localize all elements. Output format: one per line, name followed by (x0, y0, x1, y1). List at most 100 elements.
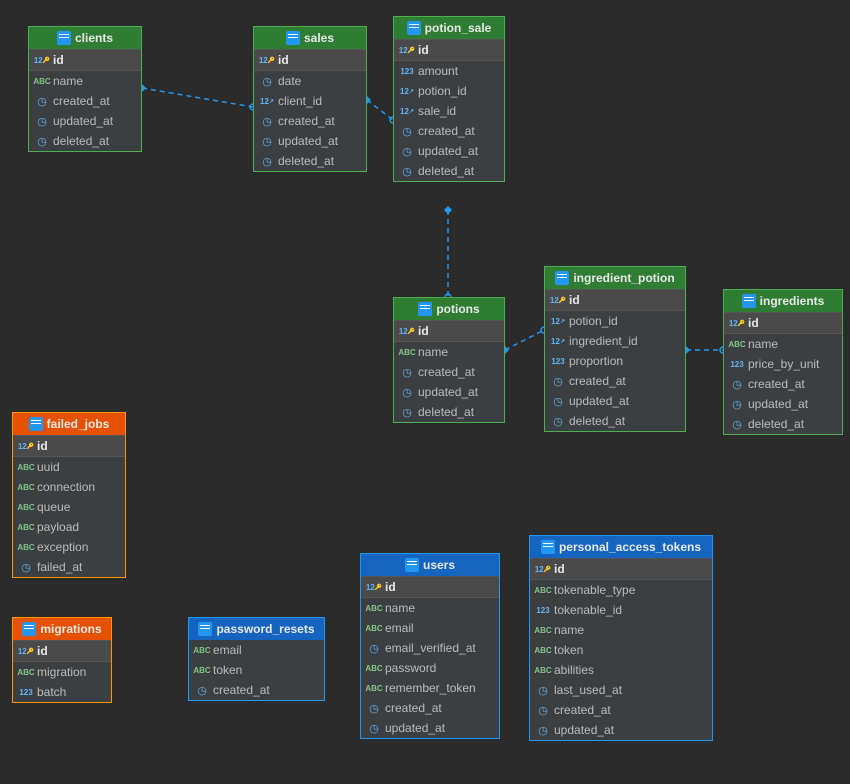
column[interactable]: ◷created_at (530, 700, 712, 720)
entity-failed_jobs[interactable]: failed_jobs12🔑idABCuuidABCconnectionABCq… (12, 412, 126, 578)
number-icon: 123 (19, 685, 33, 699)
column[interactable]: ABCname (530, 620, 712, 640)
column[interactable]: ◷deleted_at (394, 161, 504, 181)
pk-column[interactable]: 12🔑id (29, 49, 141, 71)
entity-potions[interactable]: potions12🔑idABCname◷created_at◷updated_a… (393, 297, 505, 423)
column[interactable]: 12↗ingredient_id (545, 331, 685, 351)
entity-header[interactable]: users (361, 554, 499, 576)
entity-header[interactable]: ingredient_potion (545, 267, 685, 289)
pk-column[interactable]: 12🔑id (545, 289, 685, 311)
pk-column[interactable]: 12🔑id (254, 49, 366, 71)
column[interactable]: ◷created_at (394, 362, 504, 382)
column[interactable]: ABCname (29, 71, 141, 91)
text-icon: ABC (536, 583, 550, 597)
entity-header[interactable]: personal_access_tokens (530, 536, 712, 558)
pk-column[interactable]: 12🔑id (530, 558, 712, 580)
column[interactable]: ABCremember_token (361, 678, 499, 698)
column-name: password (385, 661, 436, 675)
entity-header[interactable]: failed_jobs (13, 413, 125, 435)
column[interactable]: ◷created_at (545, 371, 685, 391)
column[interactable]: ◷deleted_at (254, 151, 366, 171)
column[interactable]: ABCmigration (13, 662, 111, 682)
column[interactable]: ◷deleted_at (29, 131, 141, 151)
entity-ingredients[interactable]: ingredients12🔑idABCname123price_by_unit◷… (723, 289, 843, 435)
column[interactable]: 123proportion (545, 351, 685, 371)
column[interactable]: ◷created_at (29, 91, 141, 111)
column[interactable]: ◷updated_at (394, 382, 504, 402)
column-name: updated_at (53, 114, 113, 128)
column[interactable]: ◷deleted_at (394, 402, 504, 422)
column[interactable]: 123amount (394, 61, 504, 81)
column[interactable]: ABCname (724, 334, 842, 354)
column[interactable]: 123batch (13, 682, 111, 702)
column[interactable]: ◷deleted_at (724, 414, 842, 434)
entity-sales[interactable]: sales12🔑id◷date12↗client_id◷created_at◷u… (253, 26, 367, 172)
column[interactable]: ABCexception (13, 537, 125, 557)
column-name: name (748, 337, 778, 351)
entity-clients[interactable]: clients12🔑idABCname◷created_at◷updated_a… (28, 26, 142, 152)
entity-header[interactable]: password_resets (189, 618, 324, 640)
entity-title: migrations (40, 622, 101, 636)
column-name: deleted_at (569, 414, 625, 428)
entity-potion_sale[interactable]: potion_sale12🔑id123amount12↗potion_id12↗… (393, 16, 505, 182)
column[interactable]: 12↗client_id (254, 91, 366, 111)
column[interactable]: ◷email_verified_at (361, 638, 499, 658)
pk-column[interactable]: 12🔑id (13, 640, 111, 662)
entity-personal_access_tokens[interactable]: personal_access_tokens12🔑idABCtokenable_… (529, 535, 713, 741)
column[interactable]: ◷updated_at (530, 720, 712, 740)
column[interactable]: ABCpassword (361, 658, 499, 678)
column[interactable]: 123tokenable_id (530, 600, 712, 620)
column[interactable]: ABCconnection (13, 477, 125, 497)
entity-header[interactable]: potion_sale (394, 17, 504, 39)
column[interactable]: ◷updated_at (545, 391, 685, 411)
column[interactable]: 12↗sale_id (394, 101, 504, 121)
column[interactable]: 123price_by_unit (724, 354, 842, 374)
column[interactable]: ◷updated_at (361, 718, 499, 738)
column[interactable]: ABCname (361, 598, 499, 618)
column[interactable]: ABCemail (189, 640, 324, 660)
number-icon: 12🔑 (400, 324, 414, 338)
column[interactable]: ◷created_at (189, 680, 324, 700)
column[interactable]: 12↗potion_id (545, 311, 685, 331)
entity-header[interactable]: potions (394, 298, 504, 320)
column[interactable]: ABCtoken (189, 660, 324, 680)
column[interactable]: ◷deleted_at (545, 411, 685, 431)
column[interactable]: ABCpayload (13, 517, 125, 537)
column-name: updated_at (554, 723, 614, 737)
column[interactable]: ◷created_at (724, 374, 842, 394)
column[interactable]: ◷created_at (394, 121, 504, 141)
pk-column[interactable]: 12🔑id (13, 435, 125, 457)
column[interactable]: ABCqueue (13, 497, 125, 517)
pk-column[interactable]: 12🔑id (361, 576, 499, 598)
entity-header[interactable]: clients (29, 27, 141, 49)
er-diagram-canvas[interactable]: clients12🔑idABCname◷created_at◷updated_a… (0, 0, 850, 784)
entity-header[interactable]: ingredients (724, 290, 842, 312)
column[interactable]: ◷last_used_at (530, 680, 712, 700)
entity-password_resets[interactable]: password_resetsABCemailABCtoken◷created_… (188, 617, 325, 701)
column[interactable]: ABCemail (361, 618, 499, 638)
entity-ingredient_potion[interactable]: ingredient_potion12🔑id12↗potion_id12↗ing… (544, 266, 686, 432)
pk-column[interactable]: 12🔑id (724, 312, 842, 334)
column[interactable]: ◷updated_at (394, 141, 504, 161)
column[interactable]: ABCuuid (13, 457, 125, 477)
timestamp-icon: ◷ (35, 94, 49, 108)
column[interactable]: ◷updated_at (724, 394, 842, 414)
column[interactable]: ◷created_at (361, 698, 499, 718)
entity-header[interactable]: sales (254, 27, 366, 49)
text-icon: ABC (19, 540, 33, 554)
column[interactable]: ◷created_at (254, 111, 366, 131)
entity-users[interactable]: users12🔑idABCnameABCemail◷email_verified… (360, 553, 500, 739)
column[interactable]: ◷date (254, 71, 366, 91)
column[interactable]: 12↗potion_id (394, 81, 504, 101)
entity-migrations[interactable]: migrations 12🔑idABCmigration123batch (12, 617, 112, 703)
pk-column[interactable]: 12🔑id (394, 320, 504, 342)
column[interactable]: ABCabilities (530, 660, 712, 680)
column[interactable]: ◷updated_at (254, 131, 366, 151)
pk-column[interactable]: 12🔑id (394, 39, 504, 61)
column[interactable]: ◷updated_at (29, 111, 141, 131)
column[interactable]: ABCname (394, 342, 504, 362)
column[interactable]: ABCtokenable_type (530, 580, 712, 600)
entity-header[interactable]: migrations (13, 618, 111, 640)
column[interactable]: ◷failed_at (13, 557, 125, 577)
column[interactable]: ABCtoken (530, 640, 712, 660)
